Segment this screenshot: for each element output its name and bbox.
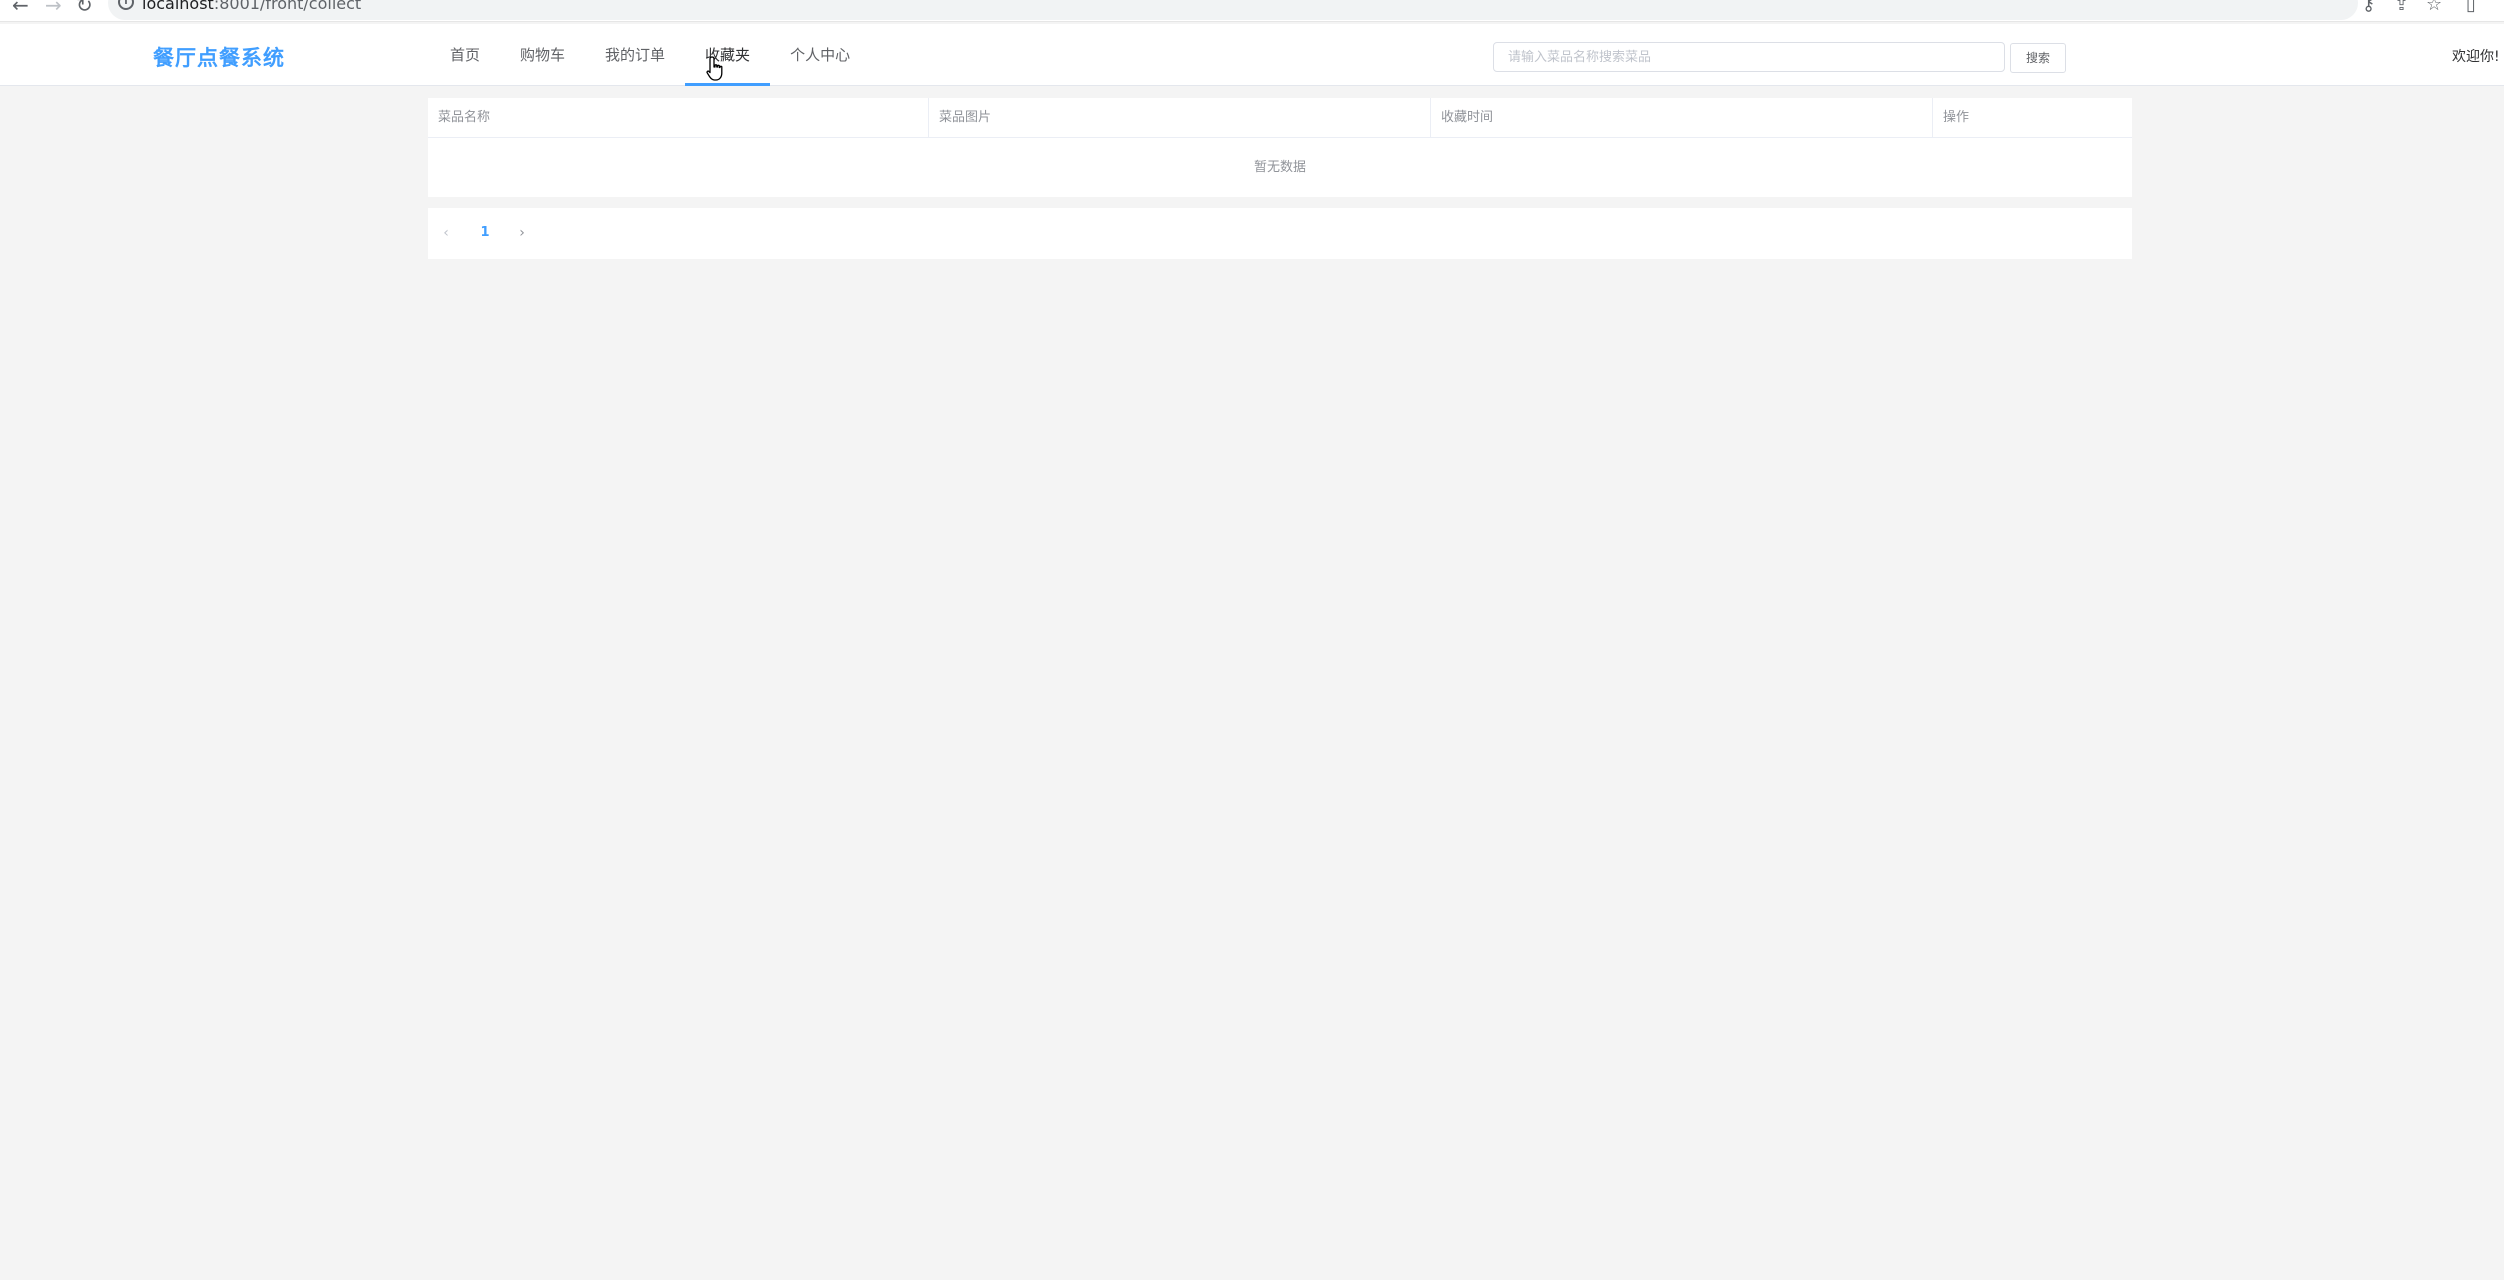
next-page-icon[interactable]: ›	[514, 222, 530, 244]
table-header: 菜品名称 菜品图片 收藏时间 操作	[428, 98, 2132, 138]
menu-item-label: 首页	[450, 46, 481, 64]
share-icon[interactable]: ⇪	[2394, 0, 2409, 15]
star-icon[interactable]: ☆	[2426, 0, 2442, 15]
address-bar[interactable]	[108, 0, 2358, 20]
back-icon[interactable]: ←	[12, 0, 29, 15]
browser-toolbar: ← → ↻ i localhost:8001/front/collect ⚷ ⇪…	[0, 0, 2504, 22]
menu-item-profile[interactable]: 个人中心	[770, 24, 870, 86]
menu-item-label: 个人中心	[790, 46, 851, 64]
column-header-actions: 操作	[1943, 110, 1970, 125]
site-logo[interactable]: 餐厅点餐系统	[153, 42, 285, 72]
favorites-table: 菜品名称 菜品图片 收藏时间 操作 暂无数据	[428, 98, 2132, 197]
main-menu: 首页 购物车 我的订单 收藏夹 个人中心	[430, 24, 870, 86]
menu-item-home[interactable]: 首页	[430, 24, 500, 86]
pagination: ‹ 1 ›	[428, 208, 2132, 259]
prev-page-icon[interactable]: ‹	[438, 222, 454, 244]
url-path: :8001/front/collect	[213, 0, 362, 13]
page-number-button[interactable]: 1	[473, 222, 497, 244]
menu-item-favorites[interactable]: 收藏夹	[685, 24, 771, 86]
menu-item-cart[interactable]: 购物车	[500, 24, 585, 86]
menu-item-label: 购物车	[520, 46, 566, 64]
url-host: localhost	[142, 0, 214, 13]
column-header-dish-name: 菜品名称	[428, 98, 929, 138]
menu-item-orders[interactable]: 我的订单	[585, 24, 685, 86]
key-icon[interactable]: ⚷	[2362, 0, 2375, 15]
welcome-text: 欢迎你!	[2452, 49, 2500, 65]
forward-icon[interactable]: →	[45, 0, 62, 15]
menu-item-label: 我的订单	[605, 46, 666, 64]
app-header: 餐厅点餐系统 首页 购物车 我的订单 收藏夹 个人中心 搜索 欢迎你!	[0, 24, 2504, 86]
search-input[interactable]	[1493, 42, 2005, 72]
sidepanel-icon[interactable]: ▯	[2466, 0, 2476, 15]
search-button[interactable]: 搜索	[2010, 43, 2066, 73]
column-header-dish-image: 菜品图片	[929, 98, 1431, 138]
table-empty-text: 暂无数据	[1253, 160, 1306, 175]
reload-icon[interactable]: ↻	[76, 0, 93, 15]
column-header-collect-time: 收藏时间	[1431, 98, 1933, 138]
address-bar-url[interactable]: localhost:8001/front/collect	[142, 0, 361, 14]
pointer-cursor-icon	[706, 56, 723, 81]
